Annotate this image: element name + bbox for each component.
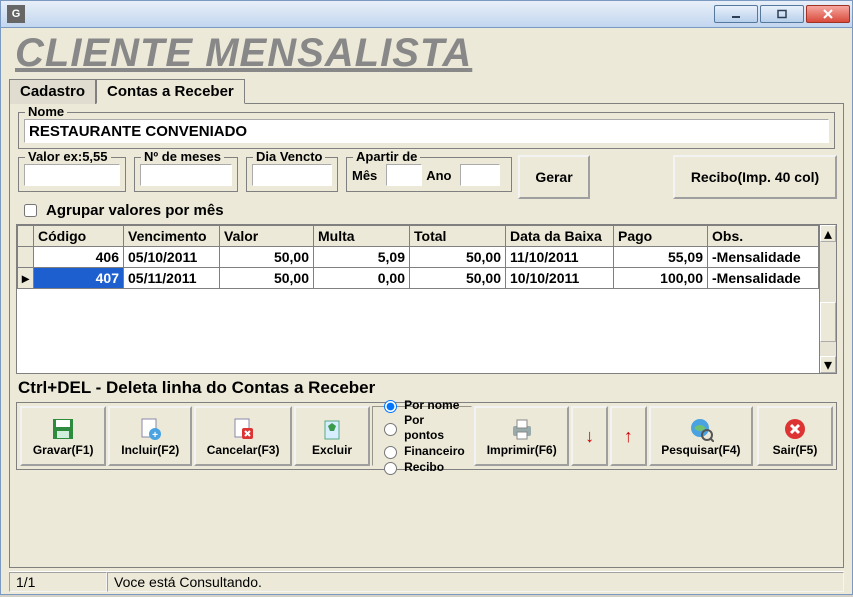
apartir-fieldset: Apartir de Mês Ano xyxy=(346,157,512,192)
col-obs[interactable]: Obs. xyxy=(708,226,819,247)
arrow-up-icon: ↑ xyxy=(624,422,633,450)
tab-panel: Nome Valor ex:5,55 Nº de meses Dia Venct… xyxy=(9,103,844,568)
status-message: Voce está Consultando. xyxy=(107,572,844,592)
nome-label: Nome xyxy=(25,104,67,119)
col-codigo[interactable]: Código xyxy=(34,226,124,247)
ano-label: Ano xyxy=(426,168,451,183)
app-icon: G xyxy=(7,5,25,23)
recibo-button[interactable]: Recibo(Imp. 40 col) xyxy=(673,155,837,199)
search-globe-icon xyxy=(688,415,714,443)
close-button[interactable] xyxy=(806,5,850,23)
col-data-baixa[interactable]: Data da Baixa xyxy=(506,226,614,247)
print-mode-group: Por nome Por pontos Financeiro Recibo xyxy=(372,406,472,466)
titlebar[interactable]: G xyxy=(0,0,853,28)
table-row[interactable]: ▸ 407 05/11/2011 50,00 0,00 50,00 10/10/… xyxy=(18,268,819,289)
cancelar-button[interactable]: Cancelar(F3) xyxy=(194,406,292,466)
mes-label: Mês xyxy=(352,168,377,183)
agrupar-label: Agrupar valores por mês xyxy=(46,202,224,219)
add-doc-icon: + xyxy=(137,415,163,443)
cancel-doc-icon xyxy=(230,415,256,443)
radio-financeiro[interactable] xyxy=(384,446,397,459)
col-vencimento[interactable]: Vencimento xyxy=(124,226,220,247)
tab-contas-a-receber[interactable]: Contas a Receber xyxy=(96,79,245,104)
nmeses-input[interactable] xyxy=(140,164,232,186)
nome-fieldset: Nome xyxy=(18,112,835,149)
radio-por-nome[interactable] xyxy=(384,400,397,413)
radio-recibo[interactable] xyxy=(384,462,397,475)
mes-input[interactable] xyxy=(386,164,422,186)
minimize-button[interactable] xyxy=(714,5,758,23)
table-row[interactable]: 406 05/10/2011 50,00 5,09 50,00 11/10/20… xyxy=(18,247,819,268)
valor-label: Valor ex:5,55 xyxy=(25,149,111,164)
move-down-button[interactable]: ↓ xyxy=(571,406,608,466)
sair-button[interactable]: Sair(F5) xyxy=(757,406,833,466)
nome-input[interactable] xyxy=(24,119,829,143)
grid-scrollbar[interactable]: ▴ ▾ xyxy=(819,225,836,373)
valor-fieldset: Valor ex:5,55 xyxy=(18,157,126,192)
tab-cadastro[interactable]: Cadastro xyxy=(9,79,96,104)
arrow-down-icon: ↓ xyxy=(585,422,594,450)
pesquisar-button[interactable]: Pesquisar(F4) xyxy=(649,406,753,466)
col-valor[interactable]: Valor xyxy=(220,226,314,247)
gravar-button[interactable]: Gravar(F1) xyxy=(20,406,106,466)
print-icon xyxy=(509,415,535,443)
col-multa[interactable]: Multa xyxy=(314,226,410,247)
move-up-button[interactable]: ↑ xyxy=(610,406,647,466)
dia-vencto-fieldset: Dia Vencto xyxy=(246,157,338,192)
nmeses-label: Nº de meses xyxy=(141,149,224,164)
nmeses-fieldset: Nº de meses xyxy=(134,157,238,192)
receivables-grid[interactable]: Código Vencimento Valor Multa Total Data… xyxy=(16,224,837,374)
svg-text:+: + xyxy=(152,430,158,441)
apartir-label: Apartir de xyxy=(353,149,420,164)
dia-vencto-input[interactable] xyxy=(252,164,332,186)
save-icon xyxy=(50,415,76,443)
status-bar: 1/1 Voce está Consultando. xyxy=(9,571,844,592)
scroll-thumb[interactable] xyxy=(820,302,836,342)
status-position: 1/1 xyxy=(9,572,107,592)
scroll-up-icon[interactable]: ▴ xyxy=(820,225,836,242)
action-toolbar: Gravar(F1) + Incluir(F2) Cancelar(F3) Ex… xyxy=(16,402,837,470)
dia-vencto-label: Dia Vencto xyxy=(253,149,325,164)
scroll-down-icon[interactable]: ▾ xyxy=(820,356,836,373)
exit-icon xyxy=(783,415,807,443)
page-title: CLIENTE MENSALISTA xyxy=(15,32,844,74)
imprimir-button[interactable]: Imprimir(F6) xyxy=(474,406,569,466)
maximize-button[interactable] xyxy=(760,5,804,23)
gerar-label: Gerar xyxy=(535,169,572,185)
col-total[interactable]: Total xyxy=(410,226,506,247)
col-pago[interactable]: Pago xyxy=(614,226,708,247)
radio-por-pontos[interactable] xyxy=(384,423,397,436)
gerar-button[interactable]: Gerar xyxy=(518,155,590,199)
ano-input[interactable] xyxy=(460,164,500,186)
recibo-label: Recibo(Imp. 40 col) xyxy=(691,169,819,185)
valor-input[interactable] xyxy=(24,164,120,186)
recycle-icon xyxy=(319,415,345,443)
excluir-button[interactable]: Excluir xyxy=(294,406,370,466)
agrupar-checkbox[interactable] xyxy=(24,204,37,217)
grid-header-row: Código Vencimento Valor Multa Total Data… xyxy=(18,226,819,247)
incluir-button[interactable]: + Incluir(F2) xyxy=(108,406,192,466)
